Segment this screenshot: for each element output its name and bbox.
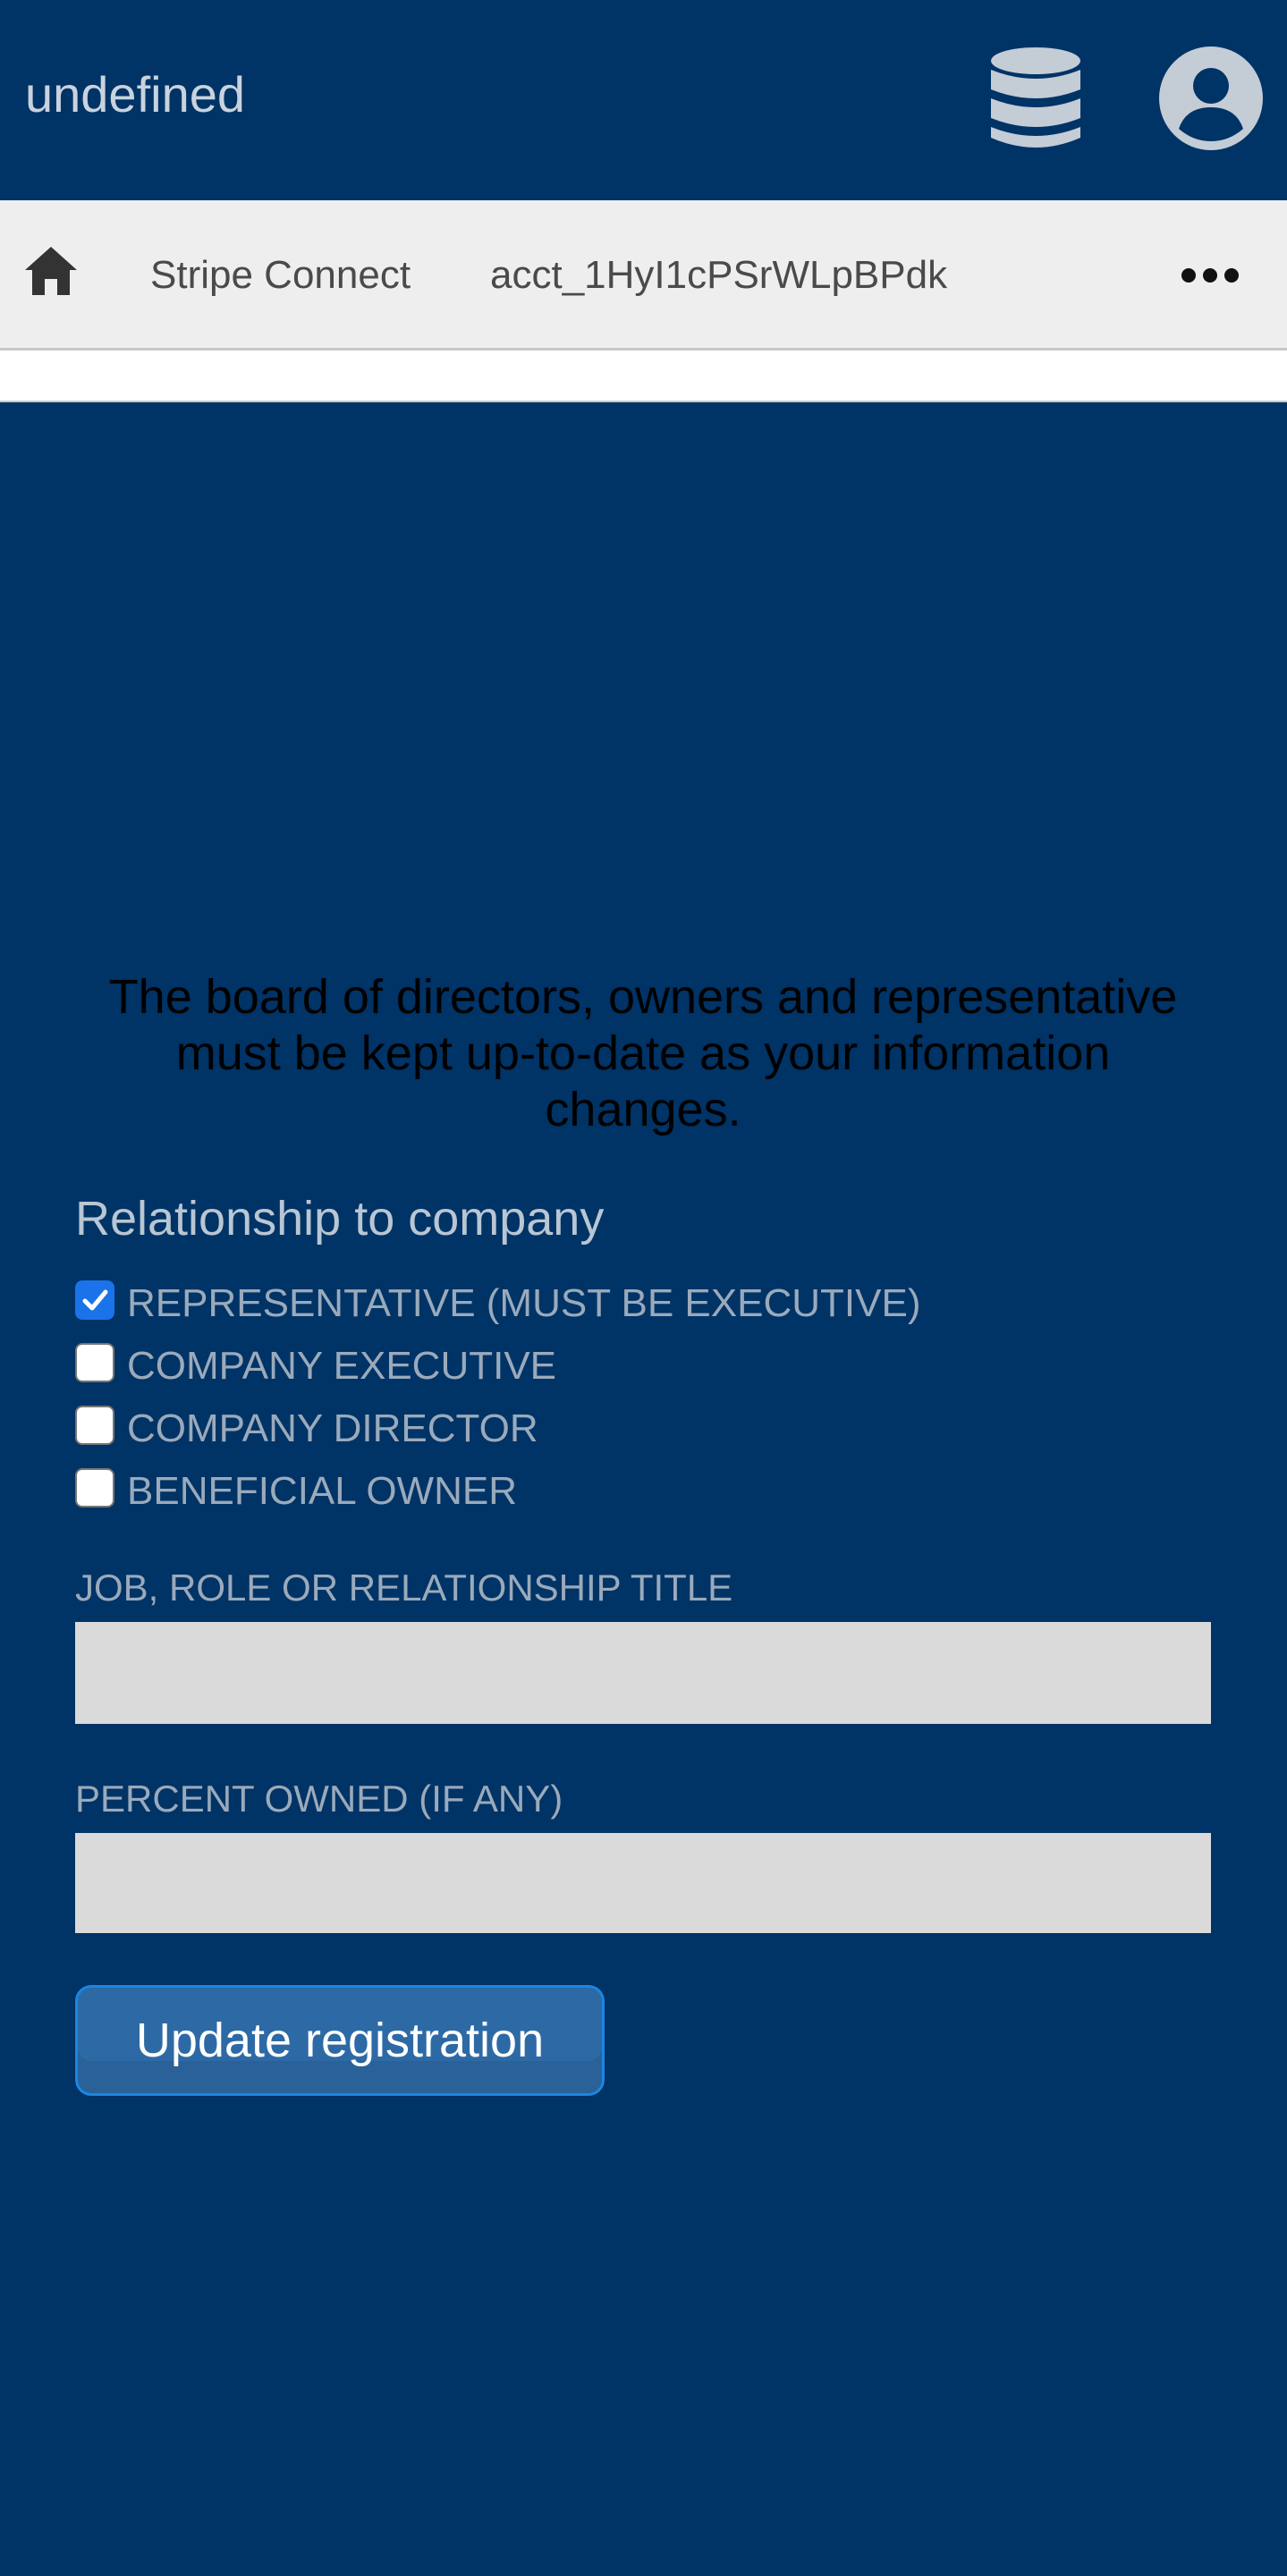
- beneficial-owner-checkbox[interactable]: [75, 1468, 114, 1508]
- breadcrumb: Stripe Connect acct_1HyI1cPSrWLpBPdk: [0, 200, 1287, 351]
- beneficial-owner-label: BENEFICIAL OWNER: [127, 1469, 517, 1513]
- company-executive-checkbox[interactable]: [75, 1343, 114, 1382]
- update-registration-button[interactable]: Update registration: [75, 1985, 605, 2096]
- notice-text: The board of directors, owners and repre…: [108, 970, 1178, 1136]
- home-icon[interactable]: [23, 245, 79, 297]
- company-executive-label: COMPANY EXECUTIVE: [127, 1344, 557, 1388]
- title-field-label: JOB, ROLE OR RELATIONSHIP TITLE: [75, 1567, 733, 1609]
- title-input[interactable]: [75, 1622, 1211, 1724]
- breadcrumb-account-id[interactable]: acct_1HyI1cPSrWLpBPdk: [490, 250, 947, 300]
- company-director-checkbox[interactable]: [75, 1406, 114, 1445]
- relationship-title: Relationship to company: [75, 1192, 605, 1246]
- database-icon[interactable]: [989, 46, 1082, 152]
- representative-label: REPRESENTATIVE (MUST BE EXECUTIVE): [127, 1281, 921, 1325]
- breadcrumb-stripe-connect[interactable]: Stripe Connect: [150, 250, 411, 300]
- more-icon[interactable]: [1181, 266, 1240, 284]
- top-bar: undefined: [0, 0, 1287, 200]
- representative-checkbox[interactable]: [75, 1280, 114, 1320]
- percent-field-label: PERCENT OWNED (IF ANY): [75, 1778, 563, 1820]
- company-director-label: COMPANY DIRECTOR: [127, 1406, 538, 1450]
- toolbar-strip: [0, 351, 1287, 402]
- user-icon[interactable]: [1159, 46, 1263, 150]
- percent-input[interactable]: [75, 1833, 1211, 1933]
- app-title: undefined: [25, 66, 246, 122]
